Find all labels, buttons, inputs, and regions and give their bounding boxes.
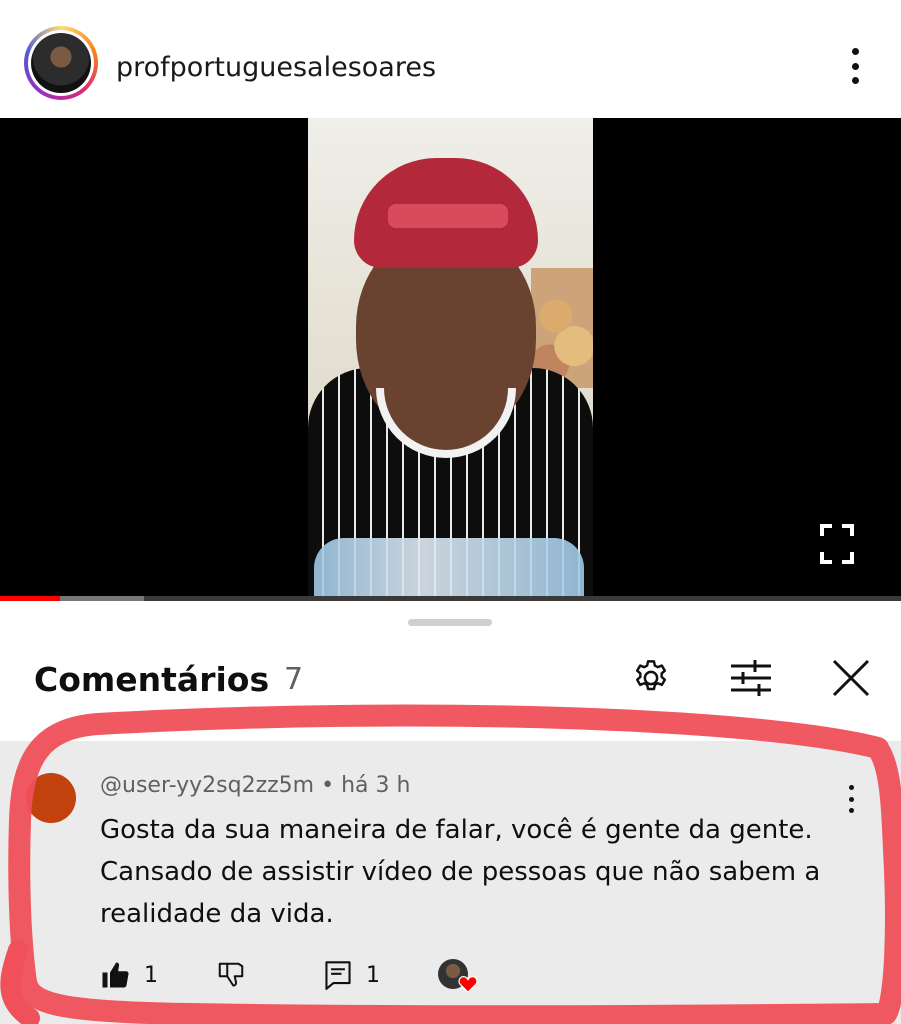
comment-reply-icon [325,961,351,990]
comment-meta: @user-yy2sq2zz5m • há 3 h [100,771,410,801]
top-bar: profportuguesalesoares [0,0,901,118]
comment-item[interactable]: @user-yy2sq2zz5m • há 3 h Gosta da sua m… [0,741,901,1024]
like-button[interactable]: 1 [100,955,158,995]
avatar-photo [31,33,91,93]
settings-button[interactable] [626,653,676,703]
channel-avatar[interactable] [24,26,98,100]
channel-username[interactable]: profportuguesalesoares [116,50,436,86]
close-icon [832,659,870,697]
video-frame [308,118,593,600]
thumbs-up-icon [102,962,129,988]
comments-count: 7 [284,662,304,697]
fullscreen-icon[interactable] [820,524,854,564]
creator-heart [438,955,482,995]
comments-sheet: Comentários 7 @user-yy2sq2zz5m • há 3 h … [0,601,901,1024]
reply-count: 1 [366,962,380,988]
close-button[interactable] [826,653,876,703]
heart-icon [458,976,478,993]
commenter-avatar[interactable] [26,773,76,823]
sort-filter-button[interactable] [726,653,776,703]
reply-button[interactable]: 1 [324,955,380,995]
comment-author[interactable]: @user-yy2sq2zz5m [100,773,314,798]
comment-time: há 3 h [341,773,411,798]
meta-separator: • [314,773,342,798]
dislike-button[interactable] [216,955,246,995]
thumbs-down-icon [218,962,244,987]
like-count: 1 [144,962,158,988]
sliders-icon [731,660,771,696]
comment-actions: 1 1 [100,955,520,995]
drag-handle[interactable] [408,619,492,626]
comment-text: Gosta da sua maneira de falar, você é ge… [100,815,821,929]
gear-icon [635,660,667,691]
comments-title: Comentários [34,660,270,699]
more-options-icon[interactable] [840,44,870,88]
video-player[interactable] [0,118,901,600]
